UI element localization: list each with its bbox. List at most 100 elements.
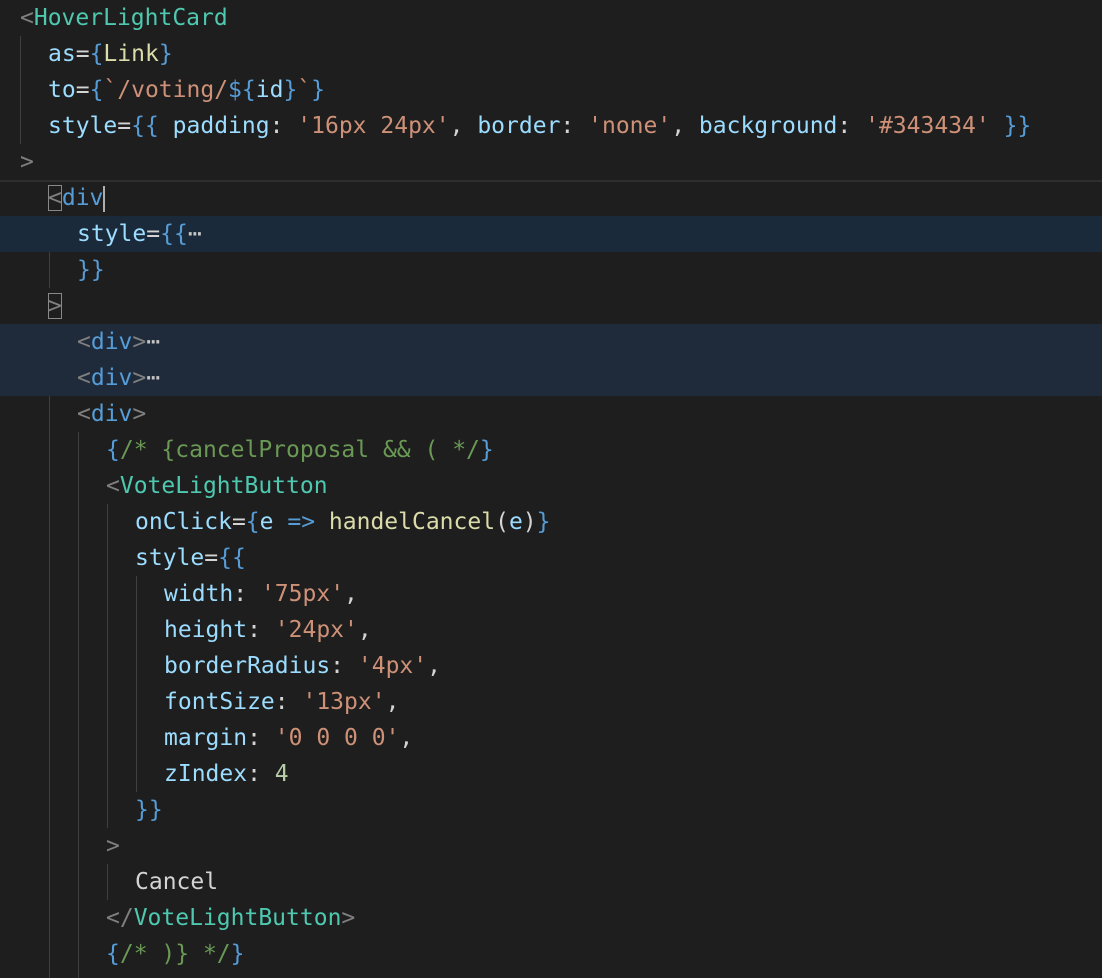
token-operator: = (117, 113, 132, 139)
fold-ellipsis-icon[interactable]: ⋯ (146, 365, 160, 391)
token-brace: }} (989, 113, 1032, 139)
code-line[interactable]: style={{ padding: '16px 24px', border: '… (0, 108, 1102, 144)
token-brace: { (106, 941, 120, 967)
token-brace: {{ (218, 545, 246, 571)
token-bracket: < (20, 5, 34, 31)
token-string: `/voting/ (103, 77, 229, 103)
code-line[interactable]: height: '24px', (0, 612, 1102, 648)
token-operator: : (247, 725, 275, 751)
code-line[interactable]: > (0, 828, 1102, 864)
token-brace: { (245, 509, 260, 535)
token-string: '24px' (274, 617, 358, 643)
token-property: border (477, 113, 561, 139)
fold-ellipsis-icon[interactable]: ⋯ (188, 221, 202, 247)
code-line[interactable]: <VoteLightButton (0, 468, 1102, 504)
code-line[interactable]: <HoverLightCard (0, 0, 1102, 36)
code-line[interactable]: <div> (0, 396, 1102, 432)
code-line[interactable]: style={{ (0, 540, 1102, 576)
token-operator: : (560, 113, 589, 139)
token-html-tag: div (90, 329, 133, 355)
code-line[interactable]: }} (0, 252, 1102, 288)
token-operator: , (449, 113, 478, 139)
code-line[interactable]: }} (0, 792, 1102, 828)
token-bracket: </ (106, 905, 134, 931)
token-property: background (698, 113, 838, 139)
code-line[interactable]: as={Link} (0, 36, 1102, 72)
token-property: borderRadius (164, 653, 331, 679)
token-operator: = (204, 545, 219, 571)
token-brace: } (479, 437, 494, 463)
token-bracket: > (106, 833, 120, 859)
token-operator: : (233, 581, 261, 607)
token-attribute: to (48, 77, 76, 103)
token-comment: /* )} */ (119, 941, 231, 967)
code-line[interactable]: > (0, 288, 1102, 324)
token-operator: , (671, 113, 699, 139)
token-bracket: > (132, 401, 147, 427)
token-operator: : (247, 617, 275, 643)
token-bracket: > (341, 905, 356, 931)
token-bracket: < (77, 329, 91, 355)
token-attribute: style (48, 113, 118, 139)
token-string: '75px' (260, 581, 345, 607)
token-brace: }} (77, 257, 105, 283)
code-editor[interactable]: <HoverLightCard as={Link} to={`/voting/$… (0, 0, 1102, 978)
token-html-tag: div (90, 365, 133, 391)
token-string: '4px' (357, 653, 428, 679)
token-property: width (164, 581, 234, 607)
token-string: '#343434' (865, 113, 990, 139)
token-brace: } (230, 941, 245, 967)
code-line[interactable]: zIndex: 4 (0, 756, 1102, 792)
token-brace: {{ (160, 221, 188, 247)
token-comment: /* {cancelProposal && ( */ (119, 437, 480, 463)
token-html-tag: div (90, 401, 133, 427)
token-operator: , (427, 653, 441, 679)
token-bracket: < (77, 401, 91, 427)
token-component-tag: VoteLightButton (119, 473, 328, 499)
code-line[interactable]: margin: '0 0 0 0', (0, 720, 1102, 756)
token-string: '16px 24px' (297, 113, 450, 139)
token-identifier: Link (103, 41, 159, 67)
token-paren: ) (522, 509, 537, 535)
token-operator: = (75, 41, 90, 67)
code-line[interactable]: onClick={e => handelCancel(e)} (0, 504, 1102, 540)
token-bracket: > (132, 365, 147, 391)
token-function: handelCancel (328, 509, 496, 535)
token-operator: = (146, 221, 161, 247)
token-brace: } (311, 77, 326, 103)
code-line[interactable]: > (0, 144, 1102, 180)
fold-ellipsis-icon[interactable]: ⋯ (146, 329, 160, 355)
token-component-tag: VoteLightButton (133, 905, 342, 931)
code-line[interactable]: Cancel (0, 864, 1102, 900)
code-line-folded[interactable]: <div>⋯ (0, 324, 1102, 360)
token-bracket-matched: < (48, 185, 62, 211)
code-line-current[interactable]: <div (0, 180, 1102, 216)
code-line[interactable]: to={`/voting/${id}`} (0, 72, 1102, 108)
code-line[interactable]: width: '75px', (0, 576, 1102, 612)
token-bracket: < (77, 365, 91, 391)
token-property: zIndex (164, 761, 248, 787)
code-line-folded[interactable]: style={{⋯ (0, 216, 1102, 252)
token-parameter: e (259, 509, 274, 535)
token-attribute: style (135, 545, 205, 571)
token-brace: } (158, 41, 173, 67)
code-line[interactable]: fontSize: '13px', (0, 684, 1102, 720)
token-string: '0 0 0 0' (274, 725, 400, 751)
token-arrow: => (273, 509, 329, 535)
token-brace: } (536, 509, 551, 535)
token-property: padding (158, 113, 270, 139)
token-variable: id (255, 77, 284, 103)
code-line[interactable]: </VoteLightButton> (0, 900, 1102, 936)
token-property: height (164, 617, 248, 643)
code-line[interactable]: {/* {cancelProposal && ( */} (0, 432, 1102, 468)
token-operator: : (247, 761, 275, 787)
code-line-folded[interactable]: <div>⋯ (0, 360, 1102, 396)
token-operator: , (344, 581, 358, 607)
text-cursor (103, 185, 106, 212)
code-line[interactable]: {/* )} */} (0, 936, 1102, 972)
token-bracket-matched: > (48, 293, 62, 319)
token-attribute: style (77, 221, 147, 247)
code-line[interactable]: borderRadius: '4px', (0, 648, 1102, 684)
token-bracket: > (132, 329, 147, 355)
token-string: 'none' (588, 113, 672, 139)
